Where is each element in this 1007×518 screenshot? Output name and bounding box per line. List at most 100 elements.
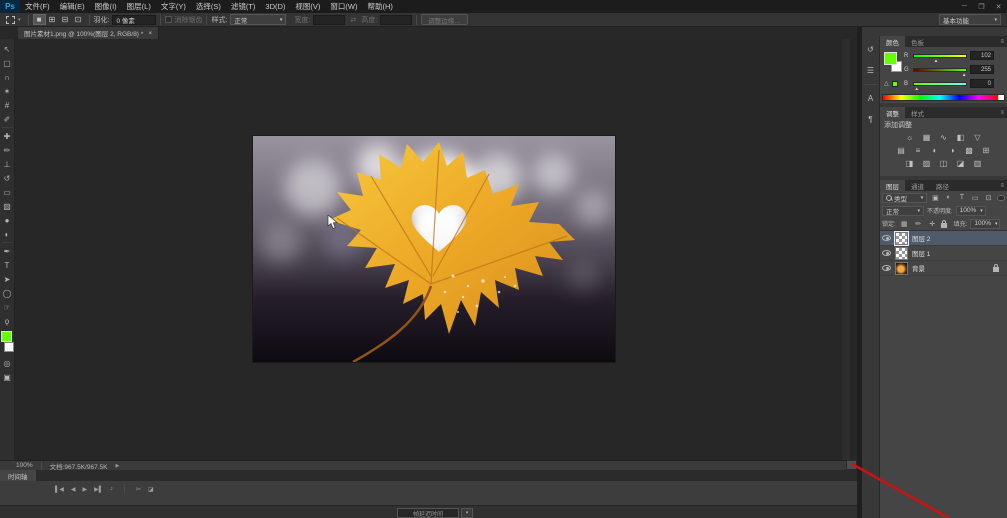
- selective-color-icon[interactable]: ▥: [972, 158, 984, 169]
- history-panel-button[interactable]: ↺: [863, 42, 879, 57]
- threshold-icon[interactable]: ◫: [938, 158, 950, 169]
- filter-shape-layers-icon[interactable]: ▭: [970, 193, 980, 203]
- new-selection-button[interactable]: ■: [32, 14, 46, 25]
- tab-adjustments[interactable]: 调整: [880, 107, 905, 118]
- menu-help[interactable]: 帮助(H): [363, 0, 398, 13]
- document-tab[interactable]: 图片素材1.png @ 100%(图层 2, RGB/8) * ×: [18, 27, 160, 39]
- swap-dimensions-icon[interactable]: ⇄: [350, 16, 356, 24]
- color-lookup-icon[interactable]: ⊞: [980, 145, 992, 156]
- red-slider-marker[interactable]: ▲: [934, 58, 938, 63]
- menu-edit[interactable]: 编辑(E): [55, 0, 90, 13]
- restore-button[interactable]: ❐: [973, 0, 990, 13]
- panel-foreground-swatch[interactable]: [884, 52, 897, 65]
- gamut-warning-icon[interactable]: △: [884, 80, 889, 87]
- color-spectrum-ramp[interactable]: [882, 94, 1005, 101]
- tab-swatches[interactable]: 色板: [905, 36, 930, 47]
- levels-icon[interactable]: ▦: [921, 132, 933, 143]
- feather-input[interactable]: 0 像素: [112, 14, 157, 25]
- visibility-eye-icon[interactable]: [882, 235, 891, 241]
- spot-healing-tool[interactable]: ✚: [1, 129, 14, 143]
- frame-delay-dropdown[interactable]: 帧延迟时间 ▾: [397, 508, 473, 518]
- background-color-swatch[interactable]: [3, 342, 14, 352]
- visibility-eye-icon[interactable]: [882, 250, 891, 256]
- menu-file[interactable]: 文件(F): [20, 0, 55, 13]
- minimize-button[interactable]: ─: [956, 0, 973, 13]
- tab-paths[interactable]: 路径: [930, 180, 955, 191]
- layer-row-layer2[interactable]: 图层 2: [880, 230, 1007, 246]
- eyedropper-tool[interactable]: ✐: [1, 112, 14, 126]
- lock-image-pixels-icon[interactable]: ✏: [913, 219, 924, 229]
- canvas-area[interactable]: [15, 39, 857, 460]
- subtract-from-selection-button[interactable]: ⊟: [59, 14, 72, 25]
- foreground-color-swatch[interactable]: [0, 331, 12, 342]
- play-icon[interactable]: ▶: [83, 486, 88, 493]
- green-value[interactable]: 255: [970, 65, 994, 74]
- menu-type[interactable]: 文字(Y): [156, 0, 191, 13]
- menu-layer[interactable]: 图层(L): [122, 0, 156, 13]
- filter-type-layers-icon[interactable]: T: [957, 193, 967, 203]
- character-panel-button[interactable]: A: [863, 91, 879, 106]
- layer-name[interactable]: 背景: [912, 263, 925, 273]
- leaf-photo[interactable]: [253, 136, 615, 364]
- hue-saturation-icon[interactable]: ▤: [895, 145, 907, 156]
- menu-select[interactable]: 选择(S): [191, 0, 226, 13]
- tab-close-icon[interactable]: ×: [148, 30, 152, 37]
- frame-delay-arrow-icon[interactable]: ▾: [461, 508, 473, 518]
- marquee-tool-preset-icon[interactable]: [6, 15, 15, 24]
- height-input[interactable]: [380, 14, 413, 25]
- audio-icon[interactable]: ♪: [110, 486, 113, 492]
- tool-preset-arrow-icon[interactable]: ▾: [18, 17, 21, 23]
- tab-color[interactable]: 颜色: [880, 36, 905, 47]
- layer-row-layer1[interactable]: 图层 1: [880, 246, 1007, 261]
- blue-slider-marker[interactable]: ▲: [915, 86, 919, 91]
- move-tool[interactable]: ↖: [1, 42, 14, 56]
- quick-selection-tool[interactable]: ✶: [1, 84, 14, 98]
- lock-all-icon[interactable]: [940, 219, 947, 228]
- lock-position-icon[interactable]: ✛: [927, 219, 938, 229]
- curves-icon[interactable]: ∿: [938, 132, 950, 143]
- marquee-tool[interactable]: ▢: [1, 56, 14, 70]
- red-slider[interactable]: ▲: [913, 53, 967, 62]
- fill-value[interactable]: 100% ▾: [970, 218, 1001, 229]
- channel-mixer-icon[interactable]: ▩: [963, 145, 975, 156]
- style-select[interactable]: 正常 ▾: [230, 14, 287, 25]
- layer-filter-select[interactable]: 类型 ▾: [882, 192, 928, 203]
- add-to-selection-button[interactable]: ⊞: [46, 14, 59, 25]
- blue-value[interactable]: 0: [970, 79, 994, 88]
- vibrance-icon[interactable]: ▽: [972, 132, 984, 143]
- visibility-eye-icon[interactable]: [882, 265, 891, 271]
- layer-name[interactable]: 图层 2: [912, 233, 930, 243]
- antialias-checkbox[interactable]: [165, 16, 173, 23]
- filter-adjustment-layers-icon[interactable]: ◐: [944, 193, 954, 203]
- properties-panel-button[interactable]: ☰: [863, 63, 879, 78]
- scroll-corner[interactable]: [846, 460, 857, 470]
- gradient-tool[interactable]: ▧: [1, 199, 14, 213]
- layer-thumbnail[interactable]: [894, 230, 909, 246]
- next-frame-icon[interactable]: ▶▌: [94, 486, 103, 493]
- menu-image[interactable]: 图像(I): [90, 0, 122, 13]
- photo-filter-icon[interactable]: ◑: [946, 145, 958, 156]
- color-balance-icon[interactable]: ≡: [912, 145, 924, 156]
- screen-mode-button[interactable]: ▣: [1, 370, 14, 384]
- tab-styles[interactable]: 样式: [905, 107, 930, 118]
- dodge-tool[interactable]: ◐: [1, 227, 14, 241]
- brightness-contrast-icon[interactable]: ☼: [904, 132, 916, 143]
- gradient-map-icon[interactable]: ◪: [955, 158, 967, 169]
- clone-stamp-tool[interactable]: ⊥: [1, 157, 14, 171]
- timeline-tab[interactable]: 时间轴: [0, 470, 36, 481]
- menu-window[interactable]: 窗口(W): [325, 0, 362, 13]
- menu-filter[interactable]: 滤镜(T): [226, 0, 261, 13]
- blur-tool[interactable]: ●: [1, 213, 14, 227]
- menu-view[interactable]: 视图(V): [290, 0, 325, 13]
- blend-mode-select[interactable]: 正常 ▾: [882, 205, 924, 216]
- width-input[interactable]: [313, 14, 346, 25]
- filter-pixel-layers-icon[interactable]: ▣: [930, 193, 940, 203]
- first-frame-icon[interactable]: ▌◀: [55, 486, 64, 493]
- path-selection-tool[interactable]: ➤: [1, 272, 14, 286]
- green-slider-marker[interactable]: ▲: [962, 72, 966, 77]
- layer-row-background[interactable]: 背景: [880, 261, 1007, 276]
- close-button[interactable]: ✕: [990, 0, 1007, 13]
- history-brush-tool[interactable]: ↺: [1, 171, 14, 185]
- black-white-icon[interactable]: ◐: [929, 145, 941, 156]
- lock-transparent-pixels-icon[interactable]: ▦: [899, 219, 910, 229]
